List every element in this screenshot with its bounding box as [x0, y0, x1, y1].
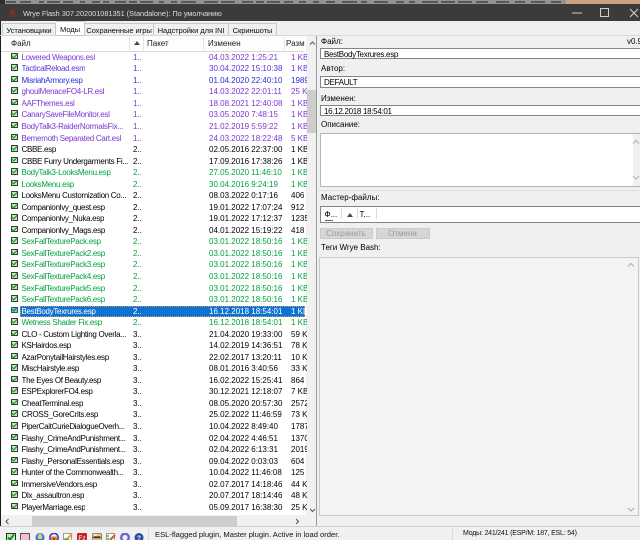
- svg-text:?: ?: [137, 535, 141, 540]
- svg-text:Fz: Fz: [78, 535, 85, 540]
